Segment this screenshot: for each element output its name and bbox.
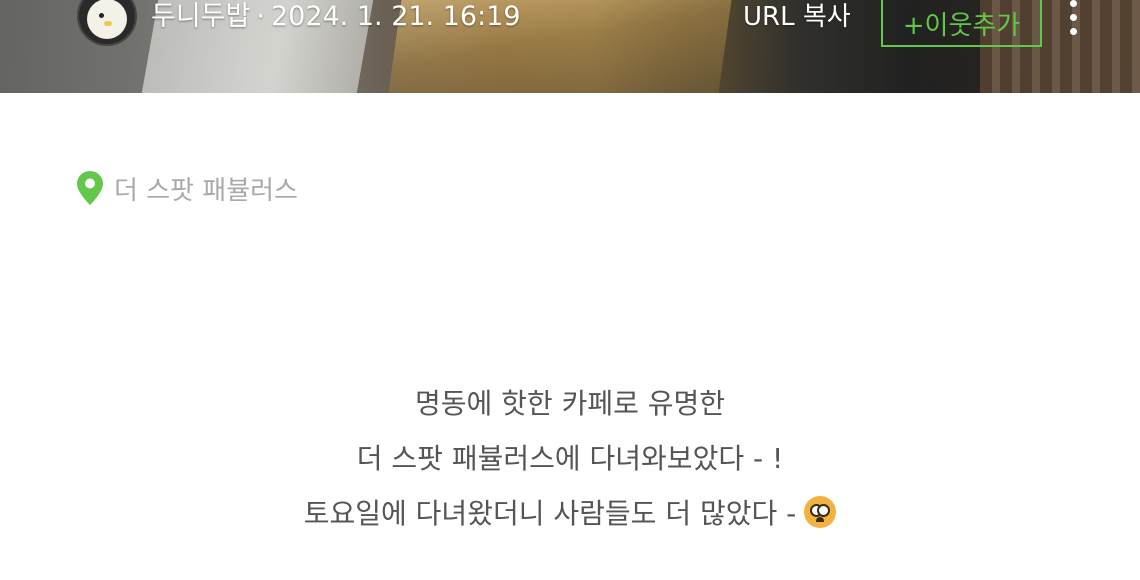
post-datetime: 2024. 1. 21. 16:19 bbox=[270, 1, 521, 32]
menu-dot bbox=[1070, 0, 1077, 7]
add-neighbor-button[interactable]: +이웃추가 bbox=[881, 0, 1042, 47]
author-avatar[interactable] bbox=[77, 0, 137, 46]
duck-avatar-icon bbox=[87, 0, 127, 39]
add-neighbor-label: +이웃추가 bbox=[902, 11, 1021, 41]
body-line: 명동에 핫한 카페로 유명한 bbox=[414, 387, 726, 420]
kebab-vertical-icon[interactable] bbox=[1064, 0, 1084, 38]
post-body: 명동에 핫한 카페로 유명한 더 스팟 패뷸러스에 다녀와보았다 - ! 토요일… bbox=[0, 376, 1140, 541]
menu-dot bbox=[1070, 28, 1077, 35]
meta-separator: · bbox=[256, 1, 265, 32]
url-copy-button[interactable]: URL 복사 bbox=[743, 0, 851, 34]
body-line: 토요일에 다녀왔더니 사람들도 더 많았다 - bbox=[0, 486, 1140, 541]
post-author-meta: 두니두밥 · 2024. 1. 21. 16:19 bbox=[151, 0, 521, 34]
cover-image: 두니두밥 · 2024. 1. 21. 16:19 URL 복사 +이웃추가 bbox=[0, 0, 1140, 93]
location-tag[interactable]: 더 스팟 패뷸러스 bbox=[76, 170, 298, 206]
flushed-face-emoji-icon bbox=[804, 496, 837, 528]
body-line: 더 스팟 패뷸러스에 다녀와보았다 - ! bbox=[356, 442, 784, 475]
menu-dot bbox=[1070, 14, 1077, 21]
map-pin-icon bbox=[77, 171, 103, 205]
author-name[interactable]: 두니두밥 bbox=[151, 1, 250, 32]
location-name: 더 스팟 패뷸러스 bbox=[114, 175, 298, 206]
